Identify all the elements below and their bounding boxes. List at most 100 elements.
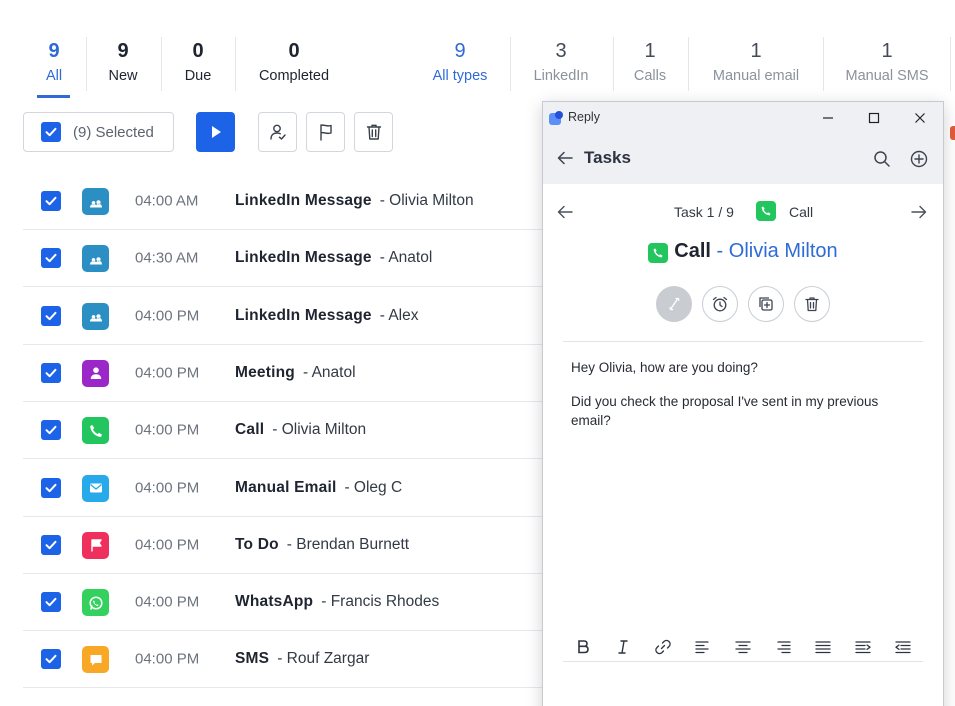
divider — [563, 661, 923, 662]
flag-button[interactable] — [306, 112, 345, 152]
start-tasks-button[interactable] — [196, 112, 235, 152]
task-title-link[interactable]: Meeting - Anatol — [235, 364, 356, 382]
outdent-button[interactable] — [892, 636, 914, 658]
task-contact: - Alex — [379, 306, 419, 324]
close-button[interactable] — [910, 108, 930, 128]
link-button[interactable] — [652, 636, 674, 658]
delete-task-button[interactable] — [794, 286, 830, 322]
stat-due[interactable]: 0 Due — [172, 36, 224, 92]
align-left-icon — [695, 641, 709, 654]
minimize-button[interactable] — [818, 108, 838, 128]
call-action-button[interactable] — [656, 286, 692, 322]
task-title-link[interactable]: SMS - Rouf Zargar — [235, 650, 369, 668]
back-arrow-icon[interactable] — [555, 148, 575, 168]
align-left-button[interactable] — [692, 636, 714, 658]
stat-all[interactable]: 9 All — [34, 36, 74, 92]
task-row[interactable]: 04:00 PM To Do - Brendan Burnett — [23, 517, 553, 574]
task-row[interactable]: 04:00 PM Call - Olivia Milton — [23, 402, 553, 460]
divider — [235, 37, 236, 91]
alarm-clock-icon — [712, 296, 728, 312]
task-checkbox[interactable] — [41, 248, 61, 269]
mail-icon — [82, 474, 109, 502]
task-row[interactable]: 04:00 PM SMS - Rouf Zargar — [23, 631, 553, 689]
delete-button[interactable] — [354, 112, 393, 152]
task-row[interactable]: 04:00 PM LinkedIn Message - Alex — [23, 288, 553, 345]
task-checkbox[interactable] — [41, 420, 61, 441]
divider — [950, 37, 951, 91]
task-checkbox[interactable] — [41, 305, 61, 326]
close-icon — [915, 113, 925, 123]
window-app-name: Reply — [568, 110, 600, 124]
selected-count-label: (9) Selected — [73, 123, 154, 141]
task-row[interactable]: 04:30 AM LinkedIn Message - Anatol — [23, 230, 553, 288]
task-title-link[interactable]: LinkedIn Message - Olivia Milton — [235, 192, 474, 210]
type-calls[interactable]: 1 Calls — [622, 36, 678, 92]
task-type: To Do — [235, 535, 279, 553]
snooze-button[interactable] — [702, 286, 738, 322]
task-checkbox[interactable] — [41, 191, 61, 211]
task-contact-link[interactable]: - Olivia Milton — [717, 240, 838, 262]
message-line-2[interactable]: Did you check the proposal I've sent in … — [571, 392, 911, 430]
stats-bar: 9 All 9 New 0 Due 0 Completed 9 All type… — [0, 0, 955, 100]
type-manual-email[interactable]: 1 Manual email — [702, 36, 810, 92]
message-line-1[interactable]: Hey Olivia, how are you doing? — [571, 358, 911, 377]
select-all-checkbox[interactable] — [41, 122, 61, 142]
background-badge-edge — [950, 126, 955, 140]
task-title-link[interactable]: LinkedIn Message - Anatol — [235, 249, 432, 267]
align-center-icon — [735, 641, 751, 654]
task-checkbox[interactable] — [41, 477, 61, 498]
check-icon — [45, 254, 57, 263]
task-title-link[interactable]: To Do - Brendan Burnett — [235, 536, 409, 554]
task-checkbox[interactable] — [41, 592, 61, 613]
search-icon[interactable] — [872, 149, 892, 169]
previous-task-icon[interactable] — [555, 202, 575, 222]
trash-icon — [366, 124, 381, 140]
stat-due-label: Due — [184, 68, 212, 84]
divider — [613, 37, 614, 91]
justify-button[interactable] — [812, 636, 834, 658]
call-icon — [648, 243, 669, 263]
select-all-toggle[interactable]: (9) Selected — [23, 112, 174, 152]
indent-button[interactable] — [852, 636, 874, 658]
divider — [86, 37, 87, 91]
task-type-label: Call — [789, 204, 814, 220]
task-counter: Task 1 / 9 — [674, 204, 734, 220]
stat-completed[interactable]: 0 Completed — [246, 36, 342, 92]
task-row[interactable]: 04:00 AM LinkedIn Message - Olivia Milton — [23, 173, 553, 230]
duplicate-task-button[interactable] — [748, 286, 784, 322]
align-right-button[interactable] — [772, 636, 794, 658]
bold-button[interactable] — [572, 636, 594, 658]
justify-icon — [815, 641, 831, 654]
type-all-types[interactable]: 9 All types — [424, 36, 496, 92]
check-icon — [45, 127, 57, 137]
task-title-link[interactable]: LinkedIn Message - Alex — [235, 307, 418, 325]
type-manual-sms[interactable]: 1 Manual SMS — [836, 36, 938, 92]
next-task-icon[interactable] — [909, 202, 929, 222]
task-row[interactable]: 04:00 PM Manual Email - Oleg C — [23, 460, 553, 517]
play-icon — [211, 126, 221, 138]
type-manual-sms-label: Manual SMS — [845, 68, 929, 84]
tasks-heading: Tasks — [584, 148, 631, 167]
italic-button[interactable] — [612, 636, 634, 658]
window-titlebar[interactable]: Reply — [543, 102, 943, 133]
stat-new[interactable]: 9 New — [96, 36, 150, 92]
assign-user-button[interactable] — [258, 112, 297, 152]
type-linkedin[interactable]: 3 LinkedIn — [522, 36, 600, 92]
task-checkbox[interactable] — [41, 649, 61, 670]
task-title-link[interactable]: Call - Olivia Milton — [235, 421, 366, 439]
meeting-icon — [82, 359, 109, 387]
type-linkedin-count: 3 — [555, 40, 567, 62]
task-row[interactable]: 04:00 PM WhatsApp - Francis Rhodes — [23, 574, 553, 632]
align-center-button[interactable] — [732, 636, 754, 658]
maximize-button[interactable] — [864, 108, 884, 128]
task-checkbox[interactable] — [41, 362, 61, 383]
task-row[interactable]: 04:00 PM Meeting - Anatol — [23, 345, 553, 402]
task-title-link[interactable]: WhatsApp - Francis Rhodes — [235, 593, 439, 611]
task-checkbox[interactable] — [41, 534, 61, 555]
stat-due-count: 0 — [192, 40, 204, 62]
phone-icon — [82, 417, 109, 445]
stat-new-count: 9 — [117, 40, 129, 62]
align-right-icon — [777, 641, 791, 654]
add-task-icon[interactable] — [909, 149, 929, 169]
task-title-link[interactable]: Manual Email - Oleg C — [235, 479, 402, 497]
